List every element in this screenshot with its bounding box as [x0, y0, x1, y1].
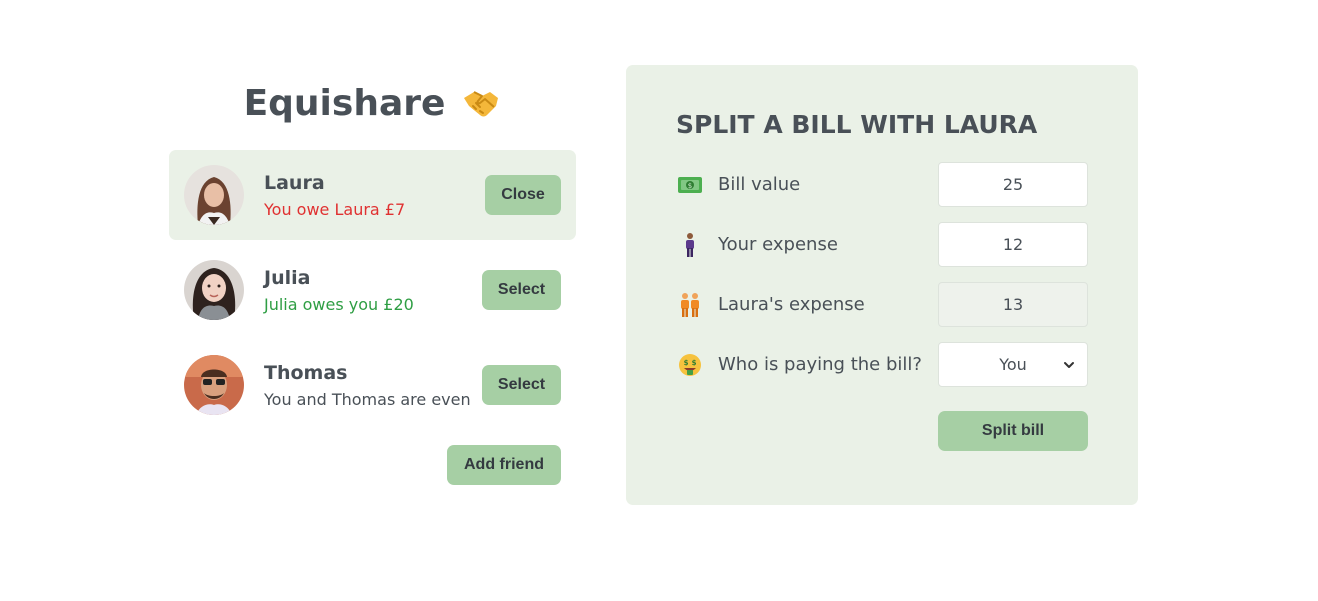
friend-info: Thomas You and Thomas are even	[264, 362, 482, 409]
sidebar: Equishare Laura You owe Laura £7 Close J…	[169, 80, 576, 485]
friend-name: Thomas	[264, 361, 348, 384]
friend-balance-status: You owe Laura £7	[264, 199, 406, 219]
friend-name: Laura	[264, 171, 325, 194]
form-title: SPLIT A BILL WITH LAURA	[676, 110, 1038, 139]
select-button[interactable]: Select	[482, 365, 561, 405]
avatar-julia	[184, 260, 244, 320]
friends-list: Laura You owe Laura £7 Close Julia Julia…	[169, 150, 576, 430]
friend-info: Laura You owe Laura £7	[264, 172, 485, 219]
add-friend-wrapper: Add friend	[169, 445, 576, 485]
two-people-icon	[676, 291, 704, 319]
split-bill-button[interactable]: Split bill	[938, 411, 1088, 451]
your-expense-row: Your expense	[676, 222, 1088, 267]
avatar-laura	[184, 165, 244, 225]
split-bill-wrapper: Split bill	[676, 411, 1088, 451]
your-expense-input[interactable]	[938, 222, 1088, 267]
add-friend-button[interactable]: Add friend	[447, 445, 561, 485]
friend-expense-input	[938, 282, 1088, 327]
money-face-icon: $ $	[676, 351, 704, 379]
bill-value-label: Bill value	[718, 174, 801, 195]
person-icon	[676, 231, 704, 259]
handshake-icon	[461, 84, 501, 124]
friend-item-thomas[interactable]: Thomas You and Thomas are even Select	[169, 340, 576, 430]
close-button[interactable]: Close	[485, 175, 561, 215]
friend-expense-label: Laura's expense	[718, 294, 865, 315]
app-title-text: Equishare	[243, 83, 446, 124]
chevron-down-icon	[1063, 357, 1075, 377]
split-bill-form: SPLIT A BILL WITH LAURA $ Bill value You…	[626, 65, 1138, 505]
select-button[interactable]: Select	[482, 270, 561, 310]
friend-expense-row: Laura's expense	[676, 282, 1088, 327]
svg-text:$: $	[692, 359, 697, 367]
avatar-thomas	[184, 355, 244, 415]
your-expense-label: Your expense	[718, 234, 838, 255]
money-icon: $	[676, 171, 704, 199]
payer-select[interactable]: You	[938, 342, 1088, 387]
friend-item-julia[interactable]: Julia Julia owes you £20 Select	[169, 245, 576, 335]
payer-select-value: You	[999, 355, 1027, 374]
payer-label: Who is paying the bill?	[718, 354, 922, 375]
bill-value-row: $ Bill value	[676, 162, 1088, 207]
svg-text:$: $	[684, 359, 689, 367]
bill-value-input[interactable]	[938, 162, 1088, 207]
friend-item-laura[interactable]: Laura You owe Laura £7 Close	[169, 150, 576, 240]
friend-balance-status: You and Thomas are even	[264, 389, 471, 409]
svg-text:$: $	[688, 182, 692, 190]
app-title: Equishare	[169, 80, 576, 128]
payer-row: $ $ Who is paying the bill? You	[676, 342, 1088, 387]
friend-info: Julia Julia owes you £20	[264, 267, 482, 314]
friend-balance-status: Julia owes you £20	[264, 294, 414, 314]
friend-name: Julia	[264, 266, 311, 289]
